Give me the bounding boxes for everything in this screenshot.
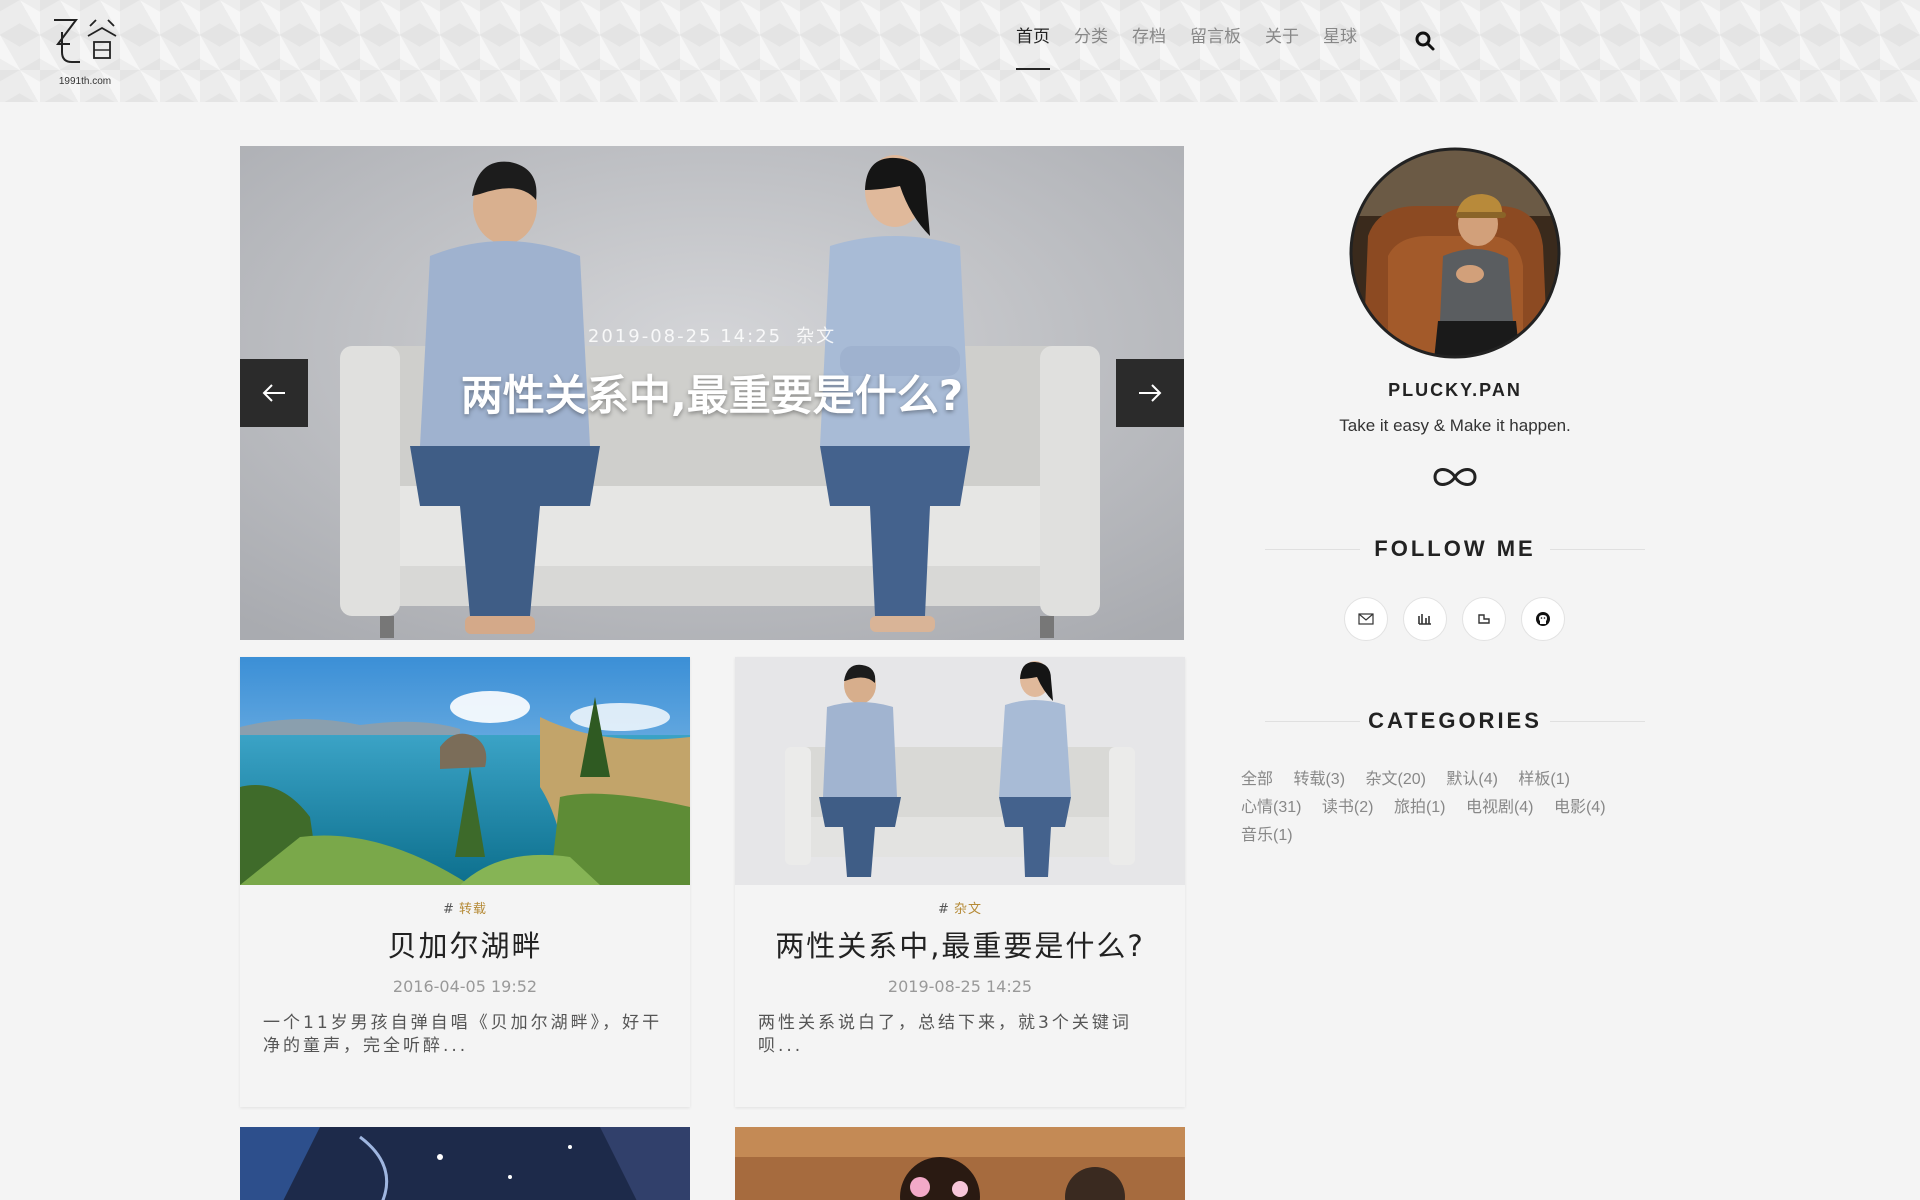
categories-heading: CATEGORIES xyxy=(1265,708,1645,734)
post-title[interactable]: 两性关系中,最重要是什么? xyxy=(735,923,1185,965)
category-movie[interactable]: 电影(4) xyxy=(1554,799,1606,816)
category-essay[interactable]: 杂文(20) xyxy=(1365,771,1425,788)
github-icon xyxy=(1536,612,1550,626)
divider-line xyxy=(1265,549,1360,550)
slider-title[interactable]: 两性关系中,最重要是什么? xyxy=(240,362,1184,423)
lake-image xyxy=(240,657,690,885)
divider-line xyxy=(1550,549,1645,550)
site-logo[interactable]: 1991th.com xyxy=(50,14,120,88)
social-links xyxy=(1344,597,1580,641)
slider-prev-button[interactable] xyxy=(240,359,308,427)
music-icon xyxy=(1418,614,1431,625)
post-thumbnail[interactable] xyxy=(240,657,690,885)
category-music[interactable]: 音乐(1) xyxy=(1241,827,1293,844)
author-motto: Take it easy & Make it happen. xyxy=(1339,416,1571,435)
divider-line xyxy=(1550,721,1645,722)
couple-image xyxy=(735,657,1185,885)
post-excerpt: 一个11岁男孩自弹自唱《贝加尔湖畔》，好干净的童声，完全听醉... xyxy=(263,1013,663,1056)
post-card[interactable]: # 转载 贝加尔湖畔 2016-04-05 19:52 一个11岁男孩自弹自唱《贝… xyxy=(240,657,690,1107)
follow-me-heading: FOLLOW ME xyxy=(1265,536,1645,562)
category-reading[interactable]: 读书(2) xyxy=(1322,799,1374,816)
slider-next-button[interactable] xyxy=(1116,359,1184,427)
post-title[interactable]: 贝加尔湖畔 xyxy=(240,923,690,965)
bookmark-icon xyxy=(1478,614,1490,624)
logo-mark xyxy=(54,19,117,63)
post-thumbnail-partial xyxy=(735,1127,1185,1200)
arrow-left-icon xyxy=(262,384,285,402)
featured-slider[interactable]: 2019-08-25 14:25 杂文 两性关系中,最重要是什么? xyxy=(240,146,1184,640)
follow-me-title: FOLLOW ME xyxy=(1374,536,1536,561)
infinity-icon xyxy=(1431,462,1479,492)
mail-icon xyxy=(1358,613,1374,625)
github-button[interactable] xyxy=(1521,597,1565,641)
post-thumbnail[interactable] xyxy=(735,657,1185,885)
divider-line xyxy=(1265,721,1360,722)
category-tv-series[interactable]: 电视剧(4) xyxy=(1466,799,1534,816)
post-excerpt: 两性关系说白了，总结下来，就3个关键词呗... xyxy=(758,1013,1132,1056)
mail-button[interactable] xyxy=(1344,597,1388,641)
category-template[interactable]: 样板(1) xyxy=(1518,771,1570,788)
nav-item-archive[interactable]: 存档 xyxy=(1132,22,1166,72)
nav-item-planet[interactable]: 星球 xyxy=(1323,22,1357,72)
logo-domain-text: 1991th.com xyxy=(58,76,112,87)
slider-date: 2019-08-25 14:25 xyxy=(587,326,783,347)
post-date: 2019-08-25 14:25 xyxy=(887,977,1033,996)
category-list: 全部 转载(3) 杂文(20) 默认(4) 样板(1) 心情(31) 读书(2)… xyxy=(1241,766,1651,850)
post-card[interactable]: # 杂文 两性关系中,最重要是什么? 2019-08-25 14:25 两性关系说… xyxy=(735,657,1185,1107)
arrow-right-icon xyxy=(1139,384,1162,402)
slider-category[interactable]: 杂文 xyxy=(796,326,836,347)
post-card-partial[interactable] xyxy=(735,1127,1185,1200)
slider-meta: 2019-08-25 14:25 杂文 xyxy=(240,322,1184,348)
category-repost[interactable]: 转载(3) xyxy=(1293,771,1345,788)
post-thumbnail-partial xyxy=(240,1127,690,1200)
avatar[interactable] xyxy=(1348,146,1562,360)
site-header: 1991th.com 首页 分类 存档 留言板 关于 星球 xyxy=(0,0,1920,102)
bookmark-button[interactable] xyxy=(1462,597,1506,641)
post-date: 2016-04-05 19:52 xyxy=(392,977,538,996)
nav-item-about[interactable]: 关于 xyxy=(1265,22,1299,72)
nav-item-home[interactable]: 首页 xyxy=(1016,22,1050,72)
music-button[interactable] xyxy=(1403,597,1447,641)
author-name: PLUCKY.PAN xyxy=(1388,380,1522,400)
category-all[interactable]: 全部 xyxy=(1241,771,1273,788)
search-icon[interactable] xyxy=(1414,30,1436,52)
category-default[interactable]: 默认(4) xyxy=(1446,771,1498,788)
category-travel-photo[interactable]: 旅拍(1) xyxy=(1394,799,1446,816)
main-nav: 首页 分类 存档 留言板 关于 星球 xyxy=(1016,22,1381,72)
categories-title: CATEGORIES xyxy=(1368,708,1542,733)
nav-item-categories[interactable]: 分类 xyxy=(1074,22,1108,72)
nav-item-guestbook[interactable]: 留言板 xyxy=(1190,22,1241,72)
category-mood[interactable]: 心情(31) xyxy=(1241,799,1301,816)
post-tag[interactable]: # 转载 xyxy=(240,898,690,917)
post-tag-label: 杂文 xyxy=(953,902,982,917)
post-tag-label: 转载 xyxy=(458,902,487,917)
post-card-partial[interactable] xyxy=(240,1127,690,1200)
post-tag[interactable]: # 杂文 xyxy=(735,898,1185,917)
